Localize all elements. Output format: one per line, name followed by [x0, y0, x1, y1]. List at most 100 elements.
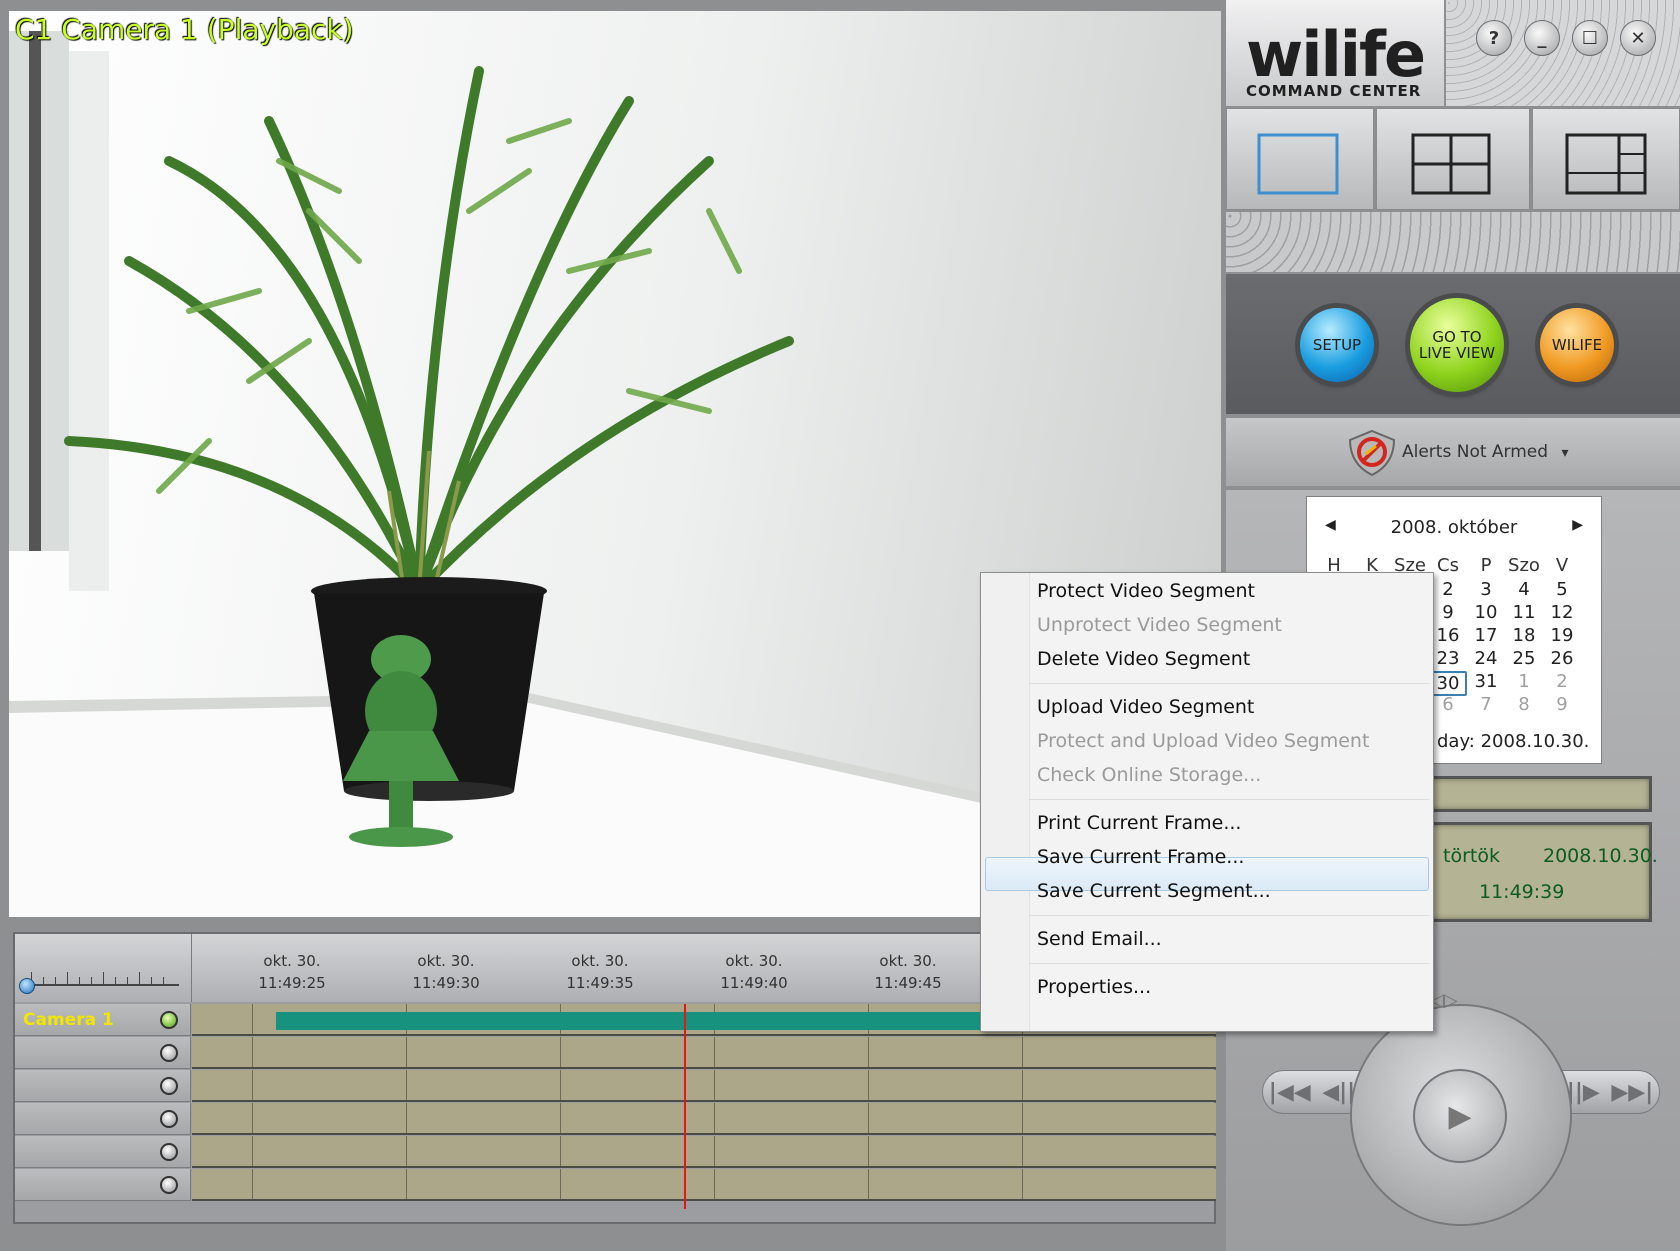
close-icon: ✕	[1630, 27, 1646, 49]
calendar-day[interactable]: 19	[1543, 625, 1581, 646]
timeline-row	[15, 1136, 1216, 1168]
zoom-slider-track[interactable]	[25, 972, 179, 986]
calendar-day[interactable]: 7	[1467, 694, 1505, 715]
calendar-day[interactable]: 30	[1429, 671, 1467, 696]
timeline-track[interactable]	[192, 1169, 1216, 1201]
zoom-tick	[103, 972, 104, 984]
minimize-button[interactable]: _	[1524, 20, 1560, 56]
skip-forward-icon[interactable]: ▶▶|	[1611, 1080, 1653, 1105]
menu-item[interactable]: Properties...	[1037, 971, 1151, 1003]
tick-time: 11:49:25	[258, 974, 326, 992]
multi-view-icon	[1565, 133, 1647, 195]
context-menu-gutter	[981, 573, 1030, 1031]
menu-item[interactable]: Print Current Frame...	[1037, 807, 1241, 839]
calendar-day[interactable]: 18	[1505, 625, 1543, 646]
menu-item[interactable]: Upload Video Segment	[1037, 691, 1254, 723]
timeline-row-toggle[interactable]	[150, 1037, 191, 1069]
timeline-row-label	[15, 1136, 150, 1168]
zoom-slider-handle[interactable]	[19, 978, 35, 994]
alerts-status-label: Alerts Not Armed	[1402, 442, 1549, 462]
zoom-tick	[91, 977, 92, 984]
calendar-day[interactable]: 9	[1543, 694, 1581, 715]
calendar-day[interactable]: 31	[1467, 671, 1505, 692]
calendar-day[interactable]: 16	[1429, 625, 1467, 646]
maximize-button[interactable]: ☐	[1572, 20, 1608, 56]
timeline-grid-line	[406, 1070, 407, 1100]
timeline-playhead[interactable]	[684, 1004, 686, 1209]
step-back-icon[interactable]: ◀||	[1322, 1080, 1355, 1105]
close-button[interactable]: ✕	[1620, 20, 1656, 56]
timeline-row-toggle[interactable]	[150, 1136, 191, 1168]
calendar-day[interactable]: 23	[1429, 648, 1467, 669]
timeline-track[interactable]	[192, 1070, 1216, 1102]
skip-back-icon[interactable]: |◀◀	[1269, 1080, 1311, 1105]
status-led-icon	[160, 1110, 178, 1128]
calendar-today-label[interactable]: day: 2008.10.30.	[1437, 731, 1589, 752]
step-forward-icon[interactable]: ||▶	[1567, 1080, 1600, 1105]
calendar-day[interactable]: 3	[1467, 579, 1505, 600]
wilife-logo: wilife	[1246, 18, 1426, 91]
zoom-tick	[127, 977, 128, 984]
timeline-grid-line	[406, 1103, 407, 1133]
menu-item[interactable]: Delete Video Segment	[1037, 643, 1250, 675]
calendar-day[interactable]: 2	[1429, 579, 1467, 600]
quad-view-icon	[1411, 133, 1491, 195]
menu-item[interactable]: Save Current Frame...	[1037, 841, 1244, 873]
layout-quad-button[interactable]	[1376, 108, 1530, 210]
logo-subtitle: COMMAND CENTER	[1246, 82, 1422, 100]
timeline-grid-line	[1022, 1070, 1023, 1100]
status-led-icon	[160, 1077, 178, 1095]
status-led-icon	[160, 1011, 178, 1029]
go-to-live-view-button[interactable]: GO TO LIVE VIEW	[1410, 298, 1504, 392]
calendar-day[interactable]: 2	[1543, 671, 1581, 692]
alerts-dropdown[interactable]: Alerts Not Armed ▾	[1402, 442, 1568, 462]
chevron-down-icon: ▾	[1561, 445, 1569, 461]
help-button[interactable]: ?	[1476, 20, 1512, 56]
timeline-grid-line	[252, 1136, 253, 1166]
timeline-track[interactable]	[192, 1136, 1216, 1168]
menu-item[interactable]: Save Current Segment...	[1037, 875, 1271, 907]
context-menu: Protect Video Segment Unprotect Video Seg…	[980, 572, 1434, 1032]
calendar-day[interactable]: 6	[1429, 694, 1467, 715]
calendar-day[interactable]: 26	[1543, 648, 1581, 669]
calendar-weekday: Cs	[1437, 555, 1459, 576]
maximize-icon: ☐	[1581, 27, 1599, 49]
timeline-row-toggle[interactable]	[150, 1070, 191, 1102]
calendar-day[interactable]: 11	[1505, 602, 1543, 623]
timeline-row-toggle[interactable]	[150, 1169, 191, 1201]
timeline-row-toggle[interactable]	[150, 1004, 191, 1036]
timeline-row-toggle[interactable]	[150, 1103, 191, 1135]
calendar-day[interactable]: 4	[1505, 579, 1543, 600]
timeline-tick-label: okt. 30. 11:49:25	[247, 950, 337, 994]
calendar-day[interactable]: 5	[1543, 579, 1581, 600]
timeline-row	[15, 1037, 1216, 1069]
play-button[interactable]: ▶	[1413, 1069, 1507, 1163]
calendar-next-month-icon[interactable]: ▶	[1572, 517, 1583, 533]
calendar-day[interactable]: 9	[1429, 602, 1467, 623]
wilife-button[interactable]: WILIFE	[1540, 308, 1614, 382]
jog-arrows-icon[interactable]: ◁▷	[1430, 990, 1458, 1011]
tick-date: okt. 30.	[725, 952, 783, 970]
timeline-grid-line	[406, 1037, 407, 1067]
layout-multi-button[interactable]	[1532, 108, 1680, 210]
calendar-day[interactable]: 17	[1467, 625, 1505, 646]
timeline-row-label	[15, 1070, 150, 1102]
tick-date: okt. 30.	[879, 952, 937, 970]
timeline-track[interactable]	[192, 1103, 1216, 1135]
calendar-day[interactable]: 10	[1467, 602, 1505, 623]
calendar-day[interactable]: 24	[1467, 648, 1505, 669]
calendar-day[interactable]: 8	[1505, 694, 1543, 715]
menu-item[interactable]: Protect Video Segment	[1037, 575, 1255, 607]
menu-separator	[1029, 915, 1429, 916]
calendar-day[interactable]: 12	[1543, 602, 1581, 623]
layout-single-button[interactable]	[1226, 108, 1374, 210]
tick-time: 11:49:40	[720, 974, 788, 992]
menu-item[interactable]: Send Email...	[1037, 923, 1162, 955]
timeline-grid-line	[252, 1103, 253, 1133]
timeline-grid-line	[868, 1136, 869, 1166]
setup-button[interactable]: SETUP	[1300, 308, 1374, 382]
alert-shield-icon	[1348, 429, 1396, 477]
calendar-day[interactable]: 25	[1505, 648, 1543, 669]
timeline-track[interactable]	[192, 1037, 1216, 1069]
calendar-day[interactable]: 1	[1505, 671, 1543, 692]
